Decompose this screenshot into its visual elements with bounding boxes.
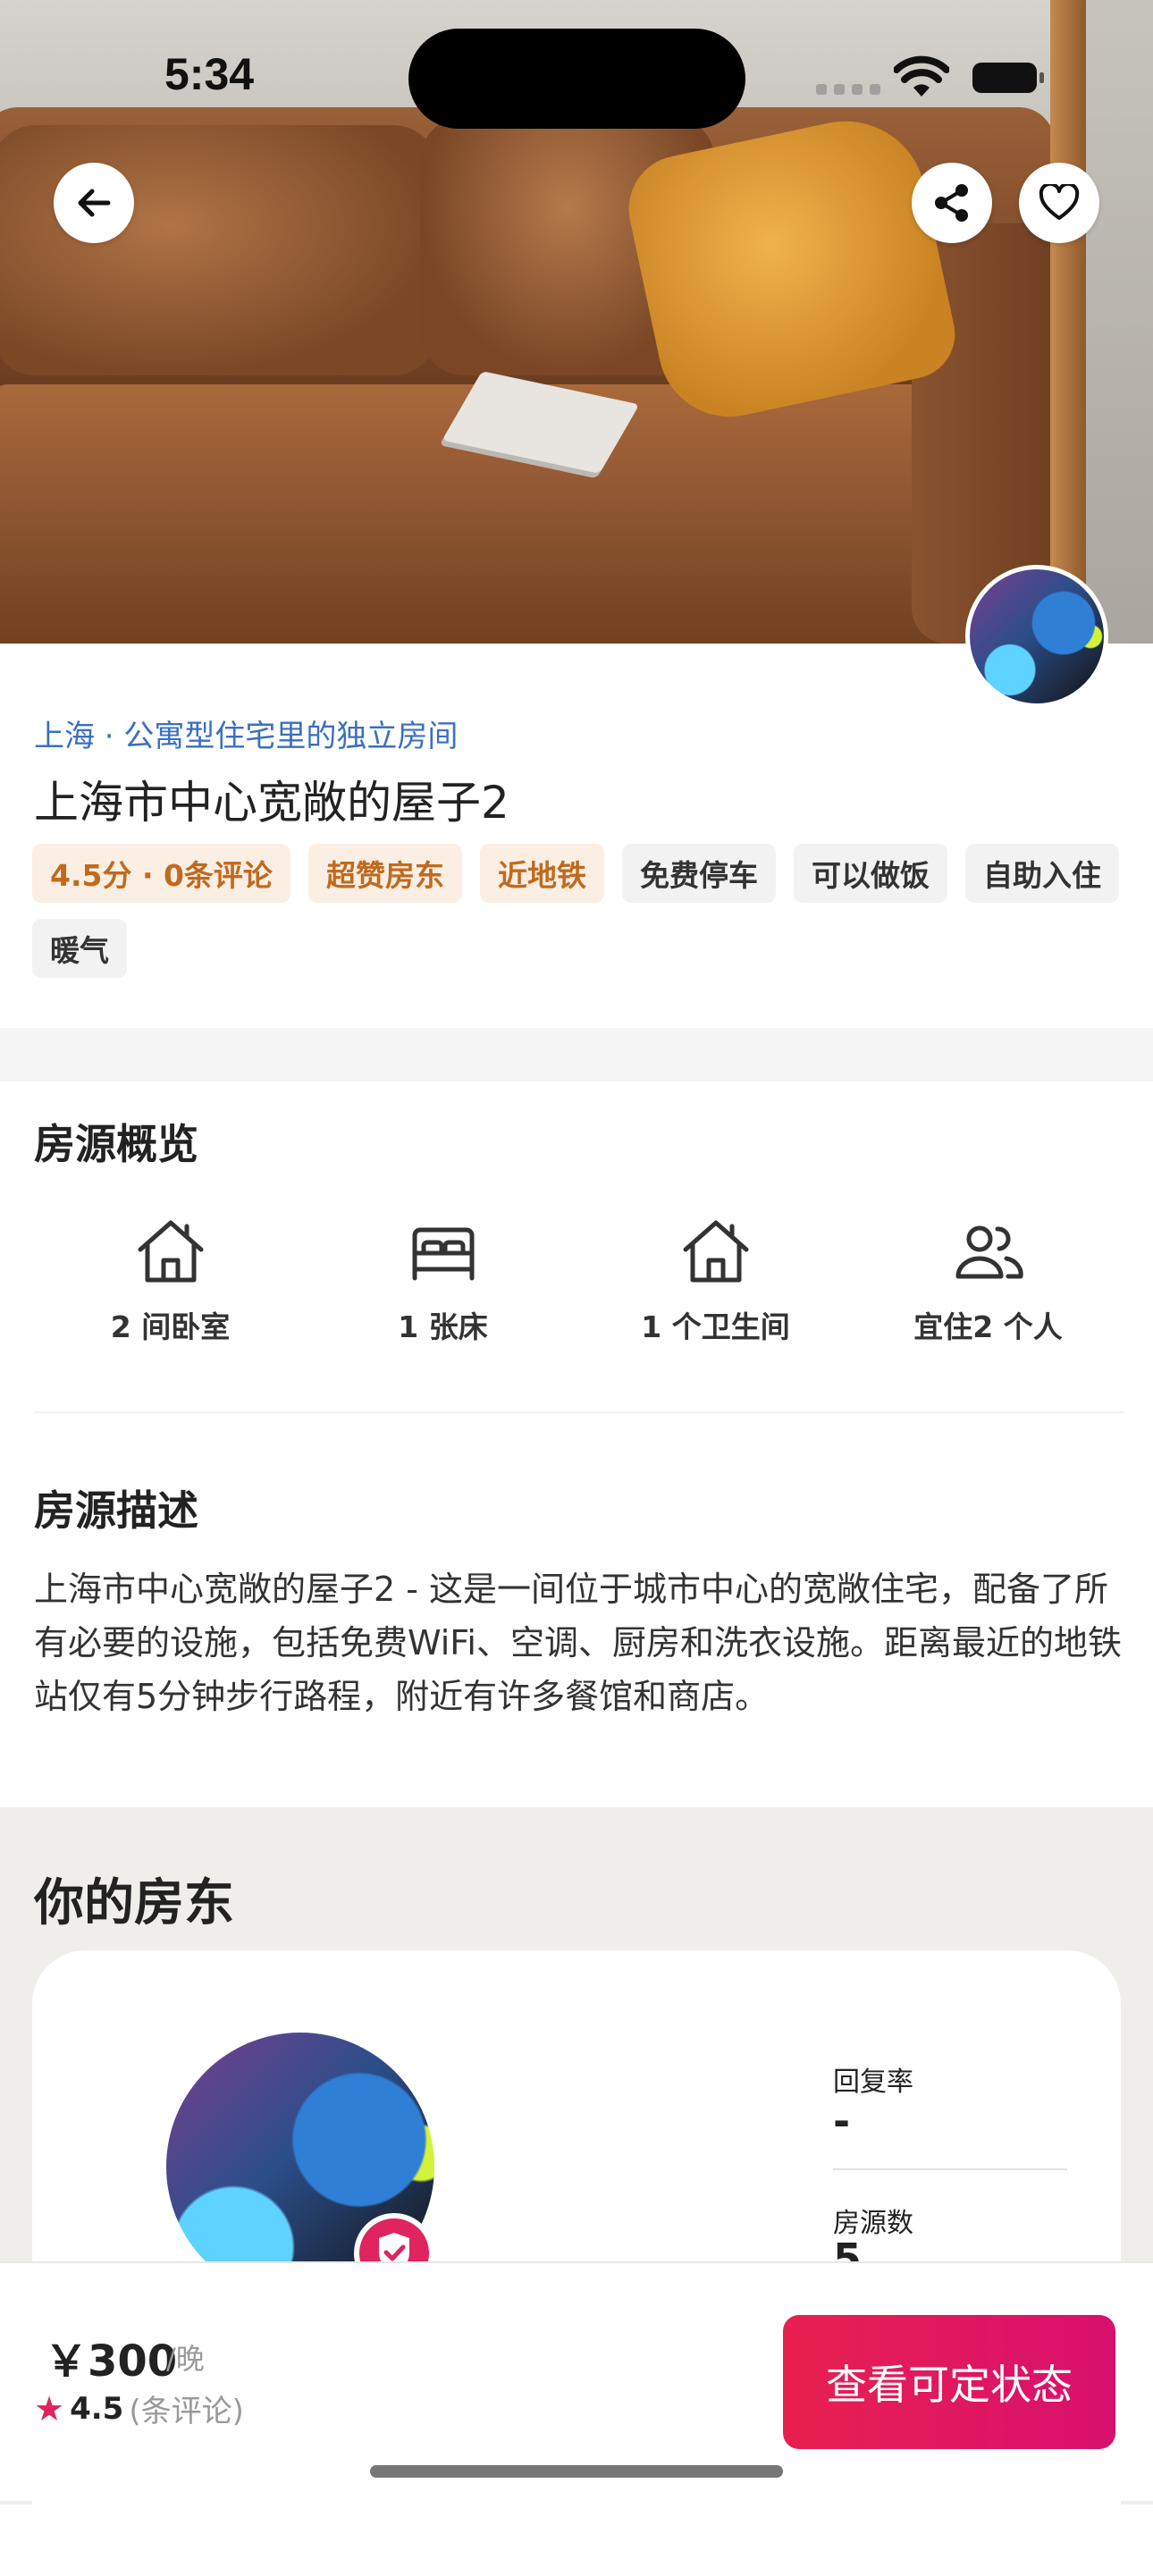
stat-divider bbox=[833, 2168, 1067, 2170]
overview-label: 1 个卫生间 bbox=[641, 1309, 790, 1344]
tag-heating: 暖气 bbox=[32, 919, 127, 978]
overview-guests: 宜住2 个人 bbox=[852, 1217, 1124, 1346]
section-separator bbox=[0, 1028, 1153, 1082]
heart-icon bbox=[1039, 184, 1080, 220]
wall-right bbox=[1086, 0, 1153, 644]
overview-beds: 1 张床 bbox=[307, 1217, 579, 1346]
tag-superhost: 超赞房东 bbox=[307, 844, 462, 903]
status-time: 5:34 bbox=[164, 49, 255, 99]
wifi-icon bbox=[894, 55, 949, 97]
overview-bathrooms: 1 个卫生间 bbox=[579, 1217, 852, 1346]
price-unit: /晚 bbox=[166, 2342, 205, 2376]
tag-near-metro: 近地铁 bbox=[479, 844, 604, 903]
overview-bedrooms: 2 间卧室 bbox=[34, 1217, 307, 1346]
star-icon: ★ bbox=[34, 2388, 65, 2429]
overview-label: 1 张床 bbox=[398, 1309, 488, 1344]
house-icon bbox=[683, 1220, 748, 1283]
description-title: 房源描述 bbox=[34, 1486, 198, 1535]
response-rate-value: - bbox=[833, 2097, 851, 2145]
rating-value: 4.5 bbox=[70, 2390, 124, 2427]
share-icon bbox=[935, 184, 968, 222]
lamp-stand bbox=[1050, 0, 1086, 644]
divider bbox=[34, 1411, 1124, 1413]
rating-summary: ★ 4.5 (条评论) bbox=[34, 2387, 244, 2430]
listing-subtitle[interactable]: 上海 · 公寓型住宅里的独立房间 bbox=[34, 711, 458, 755]
host-avatar[interactable] bbox=[965, 565, 1108, 708]
house-icon bbox=[138, 1220, 203, 1283]
arrow-left-icon bbox=[78, 189, 111, 217]
home-indicator[interactable] bbox=[370, 2465, 783, 2478]
host-title: 你的房东 bbox=[34, 1874, 234, 1932]
tag-self-checkin: 自助入住 bbox=[964, 844, 1119, 903]
check-availability-button[interactable]: 查看可定状态 bbox=[783, 2315, 1115, 2449]
overview-title: 房源概览 bbox=[34, 1120, 198, 1168]
cellular-signal-icon bbox=[816, 84, 880, 95]
overview-label: 宜住2 个人 bbox=[913, 1309, 1063, 1344]
description-text: 上海市中心宽敞的屋子2 - 这是一间位于城市中心的宽敞住宅，配备了所有必要的设施… bbox=[34, 1570, 1122, 1716]
tag-list: 4.5分 · 0条评论 超赞房东 近地铁 免费停车 可以做饭 自助入住 暖气 bbox=[32, 844, 1123, 978]
sofa-cushion bbox=[0, 125, 438, 375]
share-button[interactable] bbox=[912, 163, 992, 243]
battery-icon bbox=[972, 63, 1044, 93]
tag-kitchen: 可以做饭 bbox=[793, 844, 947, 903]
dynamic-island bbox=[408, 29, 745, 129]
overview-list: 2 间卧室 1 张床 1 个卫生间 宜住2 个人 bbox=[34, 1217, 1124, 1346]
bed-icon bbox=[412, 1227, 474, 1281]
back-button[interactable] bbox=[54, 163, 134, 243]
tag-free-parking: 免费停车 bbox=[621, 844, 776, 903]
price: ￥300 bbox=[45, 2336, 178, 2387]
people-icon bbox=[955, 1225, 1023, 1279]
response-rate-label: 回复率 bbox=[833, 2067, 913, 2098]
listing-title: 上海市中心宽敞的屋子2 bbox=[34, 777, 509, 829]
overview-label: 2 间卧室 bbox=[110, 1309, 231, 1344]
favorite-button[interactable] bbox=[1019, 163, 1099, 243]
tag-rating: 4.5分 · 0条评论 bbox=[32, 844, 290, 903]
review-count: (条评论) bbox=[129, 2394, 244, 2429]
